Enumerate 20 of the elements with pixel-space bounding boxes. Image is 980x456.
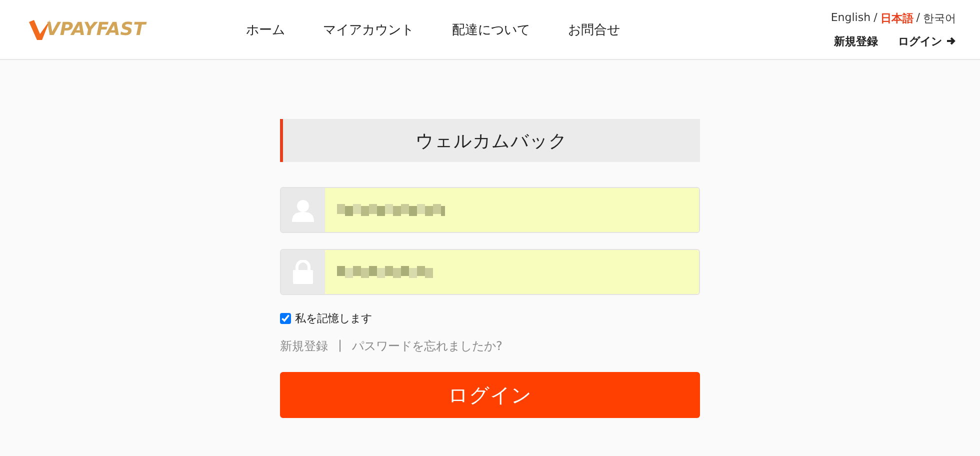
logo-text: VPAYFAST bbox=[46, 19, 146, 40]
login-button[interactable]: ログイン bbox=[280, 372, 700, 418]
nav-link[interactable]: マイアカウント bbox=[323, 20, 414, 38]
register-link[interactable]: 新規登録 bbox=[834, 34, 878, 48]
remember-checkbox[interactable] bbox=[280, 313, 291, 324]
nav-link[interactable]: お問合せ bbox=[568, 20, 620, 38]
language-separator: / bbox=[874, 10, 878, 26]
email-field[interactable] bbox=[280, 187, 700, 233]
arrow-right-icon bbox=[946, 36, 956, 46]
remember-label: 私を記憶します bbox=[295, 311, 372, 326]
language-link[interactable]: 한국어 bbox=[923, 10, 956, 26]
language-link[interactable]: 日本語 bbox=[880, 10, 914, 26]
password-field[interactable] bbox=[280, 249, 700, 295]
login-link[interactable]: ログイン bbox=[898, 34, 956, 48]
language-separator: / bbox=[916, 10, 920, 26]
nav-link[interactable]: ホーム bbox=[246, 20, 285, 38]
link-separator: | bbox=[338, 338, 342, 354]
language-link[interactable]: English bbox=[830, 10, 871, 26]
nav-link[interactable]: 配達について bbox=[452, 20, 530, 38]
form-title: ウェルカムバック bbox=[280, 119, 700, 162]
